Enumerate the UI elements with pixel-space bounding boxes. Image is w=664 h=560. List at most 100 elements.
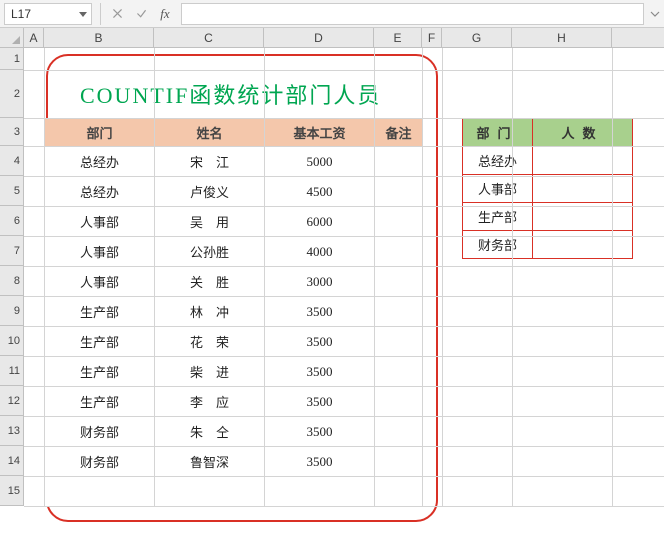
enter-icon[interactable] — [129, 3, 153, 25]
row-header[interactable]: 15 — [0, 476, 23, 506]
cell[interactable] — [533, 147, 633, 175]
cell[interactable] — [375, 177, 423, 207]
cell[interactable] — [375, 357, 423, 387]
cell[interactable] — [533, 231, 633, 259]
cell[interactable]: 人事部 — [45, 237, 155, 267]
fx-icon[interactable]: fx — [153, 3, 177, 25]
cells-area[interactable]: COUNTIF函数统计部门人员 部门姓名基本工资备注 总经办宋 江5000总经办… — [24, 48, 664, 506]
cell[interactable]: 人事部 — [45, 267, 155, 297]
cell[interactable]: 3500 — [265, 417, 375, 447]
cell[interactable] — [375, 327, 423, 357]
table-row: 总经办宋 江5000 — [45, 147, 423, 177]
summary-table: 部门人数 总经办人事部生产部财务部 — [462, 118, 633, 259]
column-header[interactable]: F — [422, 28, 442, 47]
cancel-icon[interactable] — [105, 3, 129, 25]
cell[interactable] — [375, 237, 423, 267]
cell[interactable]: 生产部 — [45, 357, 155, 387]
row-header[interactable]: 6 — [0, 206, 23, 236]
cell[interactable]: 人事部 — [45, 207, 155, 237]
cell[interactable]: 3500 — [265, 327, 375, 357]
spreadsheet-grid: ABCDEFGH 123456789101112131415 COUNTIF函数… — [0, 28, 664, 506]
row-header[interactable]: 4 — [0, 146, 23, 176]
cell[interactable]: 花 荣 — [155, 327, 265, 357]
cell[interactable]: 总经办 — [45, 147, 155, 177]
formula-input[interactable] — [181, 3, 644, 25]
column-header[interactable]: G — [442, 28, 512, 47]
expand-formula-bar-icon[interactable] — [648, 3, 662, 25]
cell[interactable]: 朱 仝 — [155, 417, 265, 447]
column-header[interactable]: H — [512, 28, 612, 47]
row-header[interactable]: 9 — [0, 296, 23, 326]
cell[interactable]: 财务部 — [45, 447, 155, 477]
row-header[interactable]: 8 — [0, 266, 23, 296]
cell[interactable] — [375, 387, 423, 417]
row-header[interactable]: 11 — [0, 356, 23, 386]
cell[interactable]: 生产部 — [45, 297, 155, 327]
cell[interactable]: 生产部 — [45, 387, 155, 417]
cell[interactable] — [155, 477, 265, 507]
cell[interactable]: 3500 — [265, 357, 375, 387]
cell[interactable]: 公孙胜 — [155, 237, 265, 267]
column-header[interactable]: C — [154, 28, 264, 47]
cell[interactable]: 4000 — [265, 237, 375, 267]
select-all-button[interactable] — [0, 28, 24, 48]
column-header[interactable]: D — [264, 28, 374, 47]
cell[interactable]: 3000 — [265, 267, 375, 297]
cell[interactable]: 生产部 — [45, 327, 155, 357]
row-header[interactable]: 1 — [0, 48, 23, 70]
cell[interactable]: 人事部 — [463, 175, 533, 203]
cell[interactable] — [375, 297, 423, 327]
cell[interactable]: 3500 — [265, 297, 375, 327]
gridline — [24, 446, 664, 447]
cell[interactable]: 总经办 — [463, 147, 533, 175]
cell[interactable]: 6000 — [265, 207, 375, 237]
table-row: 人事部公孙胜4000 — [45, 237, 423, 267]
column-header[interactable]: B — [44, 28, 154, 47]
cell[interactable]: 宋 江 — [155, 147, 265, 177]
cell[interactable] — [533, 175, 633, 203]
gridline — [24, 356, 664, 357]
cell[interactable]: 5000 — [265, 147, 375, 177]
gridline — [24, 206, 664, 207]
gridline — [24, 296, 664, 297]
cell[interactable]: 柴 进 — [155, 357, 265, 387]
cell[interactable] — [375, 447, 423, 477]
row-header[interactable]: 5 — [0, 176, 23, 206]
cell[interactable]: 李 应 — [155, 387, 265, 417]
column-headers: ABCDEFGH — [24, 28, 664, 48]
gridline — [612, 48, 613, 506]
cell[interactable]: 4500 — [265, 177, 375, 207]
cell[interactable]: 鲁智深 — [155, 447, 265, 477]
row-header[interactable]: 13 — [0, 416, 23, 446]
column-header[interactable]: E — [374, 28, 422, 47]
name-box[interactable]: L17 — [4, 3, 92, 25]
cell[interactable]: 财务部 — [463, 231, 533, 259]
cell[interactable]: 关 胜 — [155, 267, 265, 297]
column-header[interactable]: A — [24, 28, 44, 47]
cell[interactable] — [375, 417, 423, 447]
gridline — [24, 476, 664, 477]
cell[interactable] — [375, 267, 423, 297]
row-header[interactable]: 12 — [0, 386, 23, 416]
cell[interactable]: 林 冲 — [155, 297, 265, 327]
sheet-title: COUNTIF函数统计部门人员 — [80, 78, 381, 110]
table-row: 人事部吴 用6000 — [45, 207, 423, 237]
cell[interactable]: 3500 — [265, 447, 375, 477]
cell[interactable]: 吴 用 — [155, 207, 265, 237]
row-header[interactable]: 7 — [0, 236, 23, 266]
cell[interactable] — [45, 477, 155, 507]
row-header[interactable]: 10 — [0, 326, 23, 356]
cell[interactable]: 3500 — [265, 387, 375, 417]
cell[interactable]: 卢俊义 — [155, 177, 265, 207]
cell[interactable] — [375, 147, 423, 177]
cell[interactable] — [375, 207, 423, 237]
row-header[interactable]: 3 — [0, 118, 23, 146]
cell[interactable] — [375, 477, 423, 507]
cell[interactable]: 财务部 — [45, 417, 155, 447]
cell[interactable]: 总经办 — [45, 177, 155, 207]
row-header[interactable]: 14 — [0, 446, 23, 476]
table-row: 生产部林 冲3500 — [45, 297, 423, 327]
cell[interactable] — [265, 477, 375, 507]
table-row: 总经办 — [463, 147, 633, 175]
row-header[interactable]: 2 — [0, 70, 23, 118]
